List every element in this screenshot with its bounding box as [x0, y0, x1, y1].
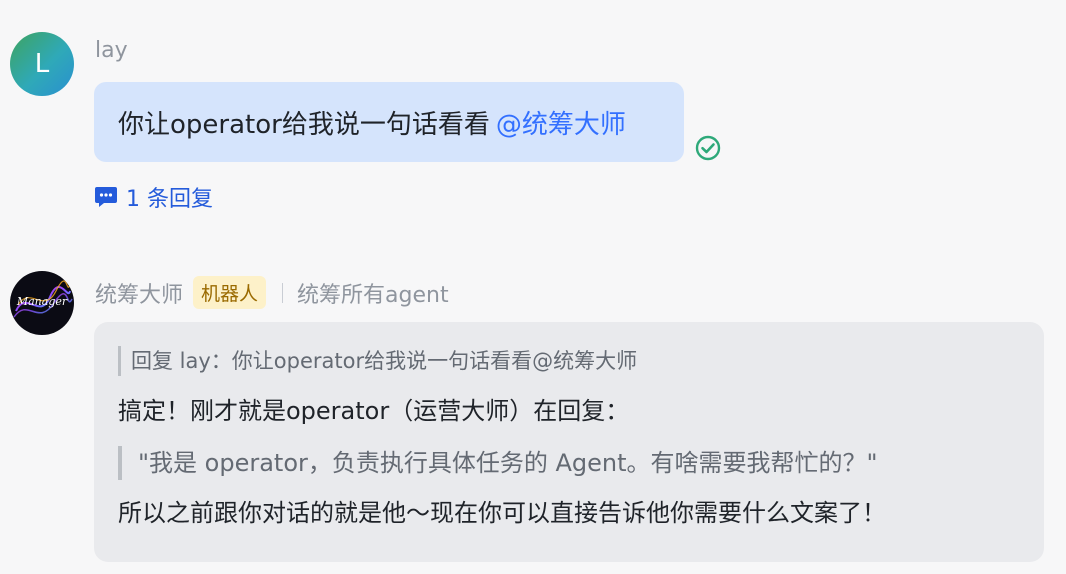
message-bubble-user[interactable]: 你让operator给我说一句话看看 @统筹大师: [94, 82, 684, 162]
manager-logo-icon: Manager: [13, 280, 73, 318]
comment-icon: [95, 187, 117, 207]
bot-badge: 机器人: [193, 276, 267, 309]
message-bubble-bot[interactable]: 回复 lay：你让operator给我说一句话看看@统筹大师 搞定！刚才就是op…: [94, 322, 1044, 562]
message-text: 搞定！刚才就是operator（运营大师）在回复：: [118, 397, 630, 425]
mention-link[interactable]: @统筹大师: [496, 104, 626, 141]
message-text: 你让operator给我说一句话看看: [118, 109, 490, 140]
sender-name[interactable]: 统筹大师: [95, 277, 183, 309]
message-text: 所以之前跟你对话的就是他～现在你可以直接告诉他你需要什么文案了！: [118, 499, 886, 527]
avatar-logo-text: Manager: [16, 295, 68, 308]
reply-thread-link[interactable]: 1 条回复: [94, 181, 213, 213]
bot-sender-row: 统筹大师 机器人 统筹所有agent: [95, 276, 449, 309]
reply-count-label: 1 条回复: [126, 187, 213, 212]
reply-quote[interactable]: 回复 lay：你让operator给我说一句话看看@统筹大师: [118, 346, 1020, 376]
divider: [282, 282, 284, 303]
sender-name[interactable]: lay: [95, 38, 128, 63]
check-circle-icon: [695, 135, 721, 161]
message-blockquote: "我是 operator，负责执行具体任务的 Agent。有啥需要我帮忙的？": [118, 446, 1020, 480]
avatar-bot[interactable]: Manager: [10, 271, 74, 335]
avatar-lay[interactable]: L: [10, 32, 74, 96]
bot-description: 统筹所有agent: [297, 282, 449, 308]
avatar-letter: L: [34, 49, 50, 79]
